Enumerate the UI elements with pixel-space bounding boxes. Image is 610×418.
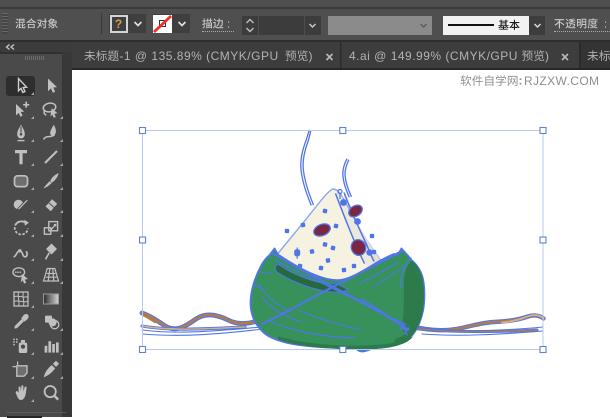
svg-text::: :: [227, 19, 230, 31]
svg-text::: :: [604, 19, 607, 31]
svg-text:-1 @ 135.89% (CMYK/GPU: -1 @ 135.89% (CMYK/GPU: [119, 49, 278, 63]
svg-text:): ): [309, 49, 313, 63]
svg-text:): ): [545, 49, 549, 63]
svg-text:4.ai @ 149.99% (CMYK/GPU: 4.ai @ 149.99% (CMYK/GPU: [349, 49, 518, 63]
